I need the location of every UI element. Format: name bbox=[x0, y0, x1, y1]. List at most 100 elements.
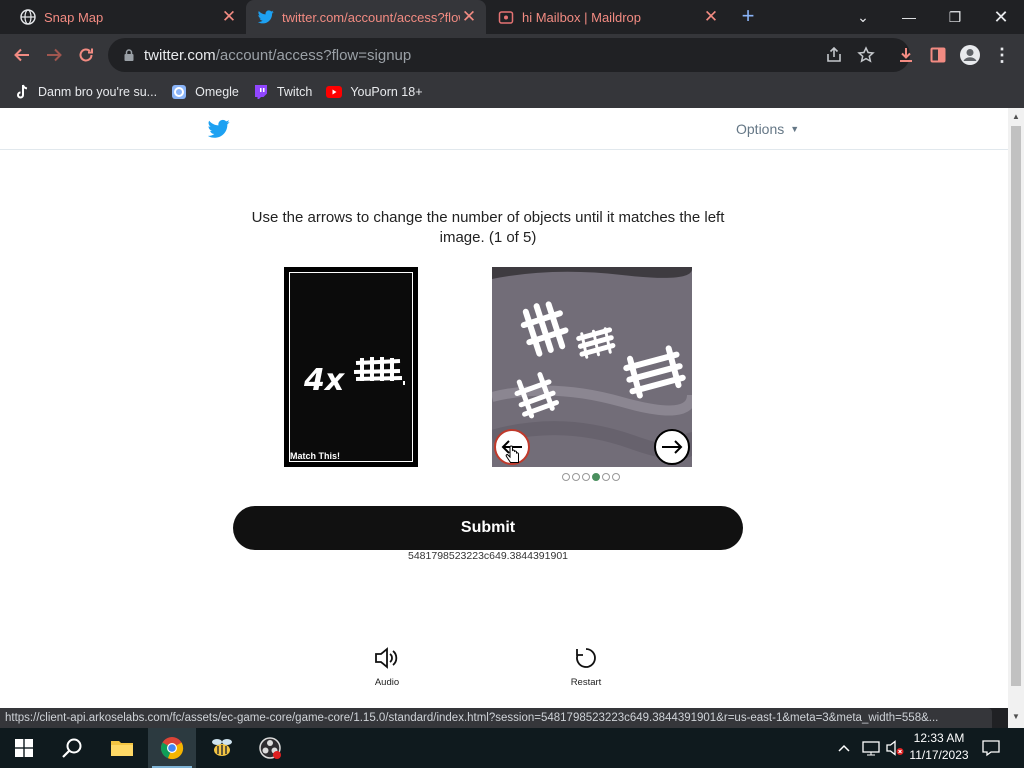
forward-button[interactable] bbox=[42, 43, 66, 67]
tab-twitter[interactable]: twitter.com/account/access?flow ✕ bbox=[246, 0, 486, 34]
twitter-header: Options ▼ bbox=[0, 108, 1008, 150]
submit-button[interactable]: Submit bbox=[233, 506, 743, 550]
arrow-right-icon bbox=[662, 440, 683, 454]
bookmark-tiktok[interactable]: Danm bro you're su... bbox=[14, 84, 157, 100]
new-tab-button[interactable]: + bbox=[736, 5, 760, 29]
url-text: twitter.com/account/access?flow=signup bbox=[144, 46, 412, 64]
bookmark-label: Twitch bbox=[276, 85, 313, 99]
omegle-icon bbox=[171, 84, 187, 100]
page-scrollbar[interactable]: ▲ ▼ bbox=[1008, 108, 1024, 728]
tab-title: twitter.com/account/access?flow bbox=[282, 9, 460, 25]
taskbar-bee-app[interactable] bbox=[198, 728, 246, 768]
download-icon[interactable] bbox=[894, 43, 918, 67]
volume-muted-icon[interactable] bbox=[886, 728, 904, 768]
menu-kebab-icon[interactable]: ⋮ bbox=[990, 43, 1014, 67]
scroll-up-icon[interactable]: ▲ bbox=[1012, 112, 1020, 121]
tiktok-icon bbox=[14, 84, 30, 100]
reload-icon bbox=[79, 48, 93, 62]
twitter-logo-icon[interactable] bbox=[208, 119, 230, 139]
forward-arrow-icon bbox=[47, 48, 62, 62]
close-tab-icon[interactable]: ✕ bbox=[702, 8, 720, 26]
restart-label: Restart bbox=[570, 677, 602, 688]
taskbar-chrome[interactable] bbox=[148, 728, 196, 768]
options-dropdown[interactable]: Options ▼ bbox=[736, 121, 799, 137]
close-tab-icon[interactable]: ✕ bbox=[460, 8, 478, 26]
close-tab-icon[interactable]: ✕ bbox=[220, 8, 238, 26]
bookmark-label: YouPorn 18+ bbox=[350, 85, 423, 99]
tab-snap-map[interactable]: Snap Map ✕ bbox=[0, 0, 246, 34]
lock-icon bbox=[124, 49, 134, 61]
side-panel-icon[interactable] bbox=[926, 43, 950, 67]
chevron-up-icon bbox=[838, 744, 850, 752]
twitch-icon bbox=[253, 84, 269, 100]
network-icon[interactable] bbox=[862, 728, 880, 768]
show-hidden-icons[interactable] bbox=[838, 728, 850, 768]
browser-toolbar: twitter.com/account/access?flow=signup ⋮ bbox=[0, 34, 1024, 76]
chrome-icon bbox=[160, 737, 184, 760]
restore-button[interactable]: ❐ bbox=[932, 0, 978, 34]
speaker-icon bbox=[375, 647, 398, 669]
youtube-style-icon bbox=[326, 84, 343, 100]
session-id: 5481798523223c649.3844391901 bbox=[408, 550, 568, 562]
clock-time: 12:33 AM bbox=[913, 731, 965, 745]
next-arrow-button[interactable] bbox=[654, 429, 690, 465]
maildrop-icon bbox=[498, 9, 514, 25]
address-bar[interactable]: twitter.com/account/access?flow=signup bbox=[108, 38, 910, 72]
restart-icon bbox=[576, 648, 596, 668]
back-button[interactable] bbox=[10, 43, 34, 67]
restart-button[interactable]: Restart bbox=[566, 646, 606, 688]
search-icon bbox=[62, 738, 82, 758]
start-button[interactable] bbox=[0, 728, 48, 768]
clock-date: 11/17/2023 bbox=[909, 748, 969, 762]
taskbar-file-explorer[interactable] bbox=[98, 728, 146, 768]
tab-title: Snap Map bbox=[44, 9, 104, 25]
reference-frame: 4x bbox=[289, 272, 413, 462]
minimize-button[interactable]: — bbox=[886, 0, 932, 34]
match-this-label: Match This! bbox=[290, 451, 345, 461]
page-viewport: Options ▼ Use the arrows to change the n… bbox=[0, 108, 1008, 708]
bookmark-twitch[interactable]: Twitch bbox=[253, 84, 312, 100]
start-icon bbox=[15, 739, 33, 757]
notifications-icon[interactable] bbox=[982, 728, 1000, 768]
tab-title: hi Mailbox | Maildrop bbox=[522, 9, 641, 25]
carousel-dots bbox=[562, 473, 622, 481]
scroll-down-icon[interactable]: ▼ bbox=[1012, 712, 1020, 721]
profile-avatar-icon[interactable] bbox=[958, 43, 982, 67]
carousel-dot bbox=[592, 473, 600, 481]
bookmark-omegle[interactable]: Omegle bbox=[171, 84, 239, 100]
match-reference-image: 4x Match This! bbox=[284, 267, 418, 467]
taskbar-obs[interactable] bbox=[246, 728, 294, 768]
twitter-icon bbox=[258, 9, 274, 25]
carousel-dot bbox=[612, 473, 620, 481]
share-icon[interactable] bbox=[822, 43, 846, 67]
reload-button[interactable] bbox=[74, 43, 98, 67]
match-count-text: 4x bbox=[303, 363, 346, 398]
carousel-dot bbox=[572, 473, 580, 481]
carousel-dot bbox=[602, 473, 610, 481]
bookmark-label: Danm bro you're su... bbox=[38, 85, 158, 99]
globe-icon bbox=[20, 9, 36, 25]
tab-maildrop[interactable]: hi Mailbox | Maildrop ✕ bbox=[488, 0, 728, 34]
file-explorer-icon bbox=[111, 741, 133, 756]
tab-strip: Snap Map ✕ twitter.com/account/access?fl… bbox=[0, 0, 1024, 34]
status-bar-url: https://client-api.arkoselabs.com/fc/ass… bbox=[0, 708, 992, 728]
caret-down-icon: ▼ bbox=[790, 124, 800, 134]
tab-search-icon[interactable]: ⌄ bbox=[840, 0, 886, 34]
windows-taskbar: 12:33 AM 11/17/2023 bbox=[0, 728, 1024, 768]
bookmark-label: Omegle bbox=[195, 85, 239, 99]
hand-cursor-icon bbox=[505, 445, 519, 463]
back-arrow-icon bbox=[14, 48, 29, 62]
scrollbar-thumb[interactable] bbox=[1011, 126, 1021, 686]
captcha-instruction: Use the arrows to change the number of o… bbox=[251, 209, 725, 246]
audio-button[interactable]: Audio bbox=[370, 646, 404, 688]
close-window-button[interactable]: ✕ bbox=[978, 0, 1024, 34]
taskbar-search-button[interactable] bbox=[48, 728, 96, 768]
bookmark-youporn[interactable]: YouPorn 18+ bbox=[326, 84, 423, 100]
bookmark-star-icon[interactable] bbox=[854, 43, 878, 67]
carousel-dot bbox=[562, 473, 570, 481]
bee-app-icon bbox=[212, 739, 232, 756]
system-clock[interactable]: 12:33 AM 11/17/2023 bbox=[904, 730, 974, 764]
obs-icon bbox=[259, 737, 281, 759]
bookmarks-bar: Danm bro you're su... Omegle Twitch YouP… bbox=[0, 76, 1024, 108]
audio-label: Audio bbox=[374, 677, 400, 688]
